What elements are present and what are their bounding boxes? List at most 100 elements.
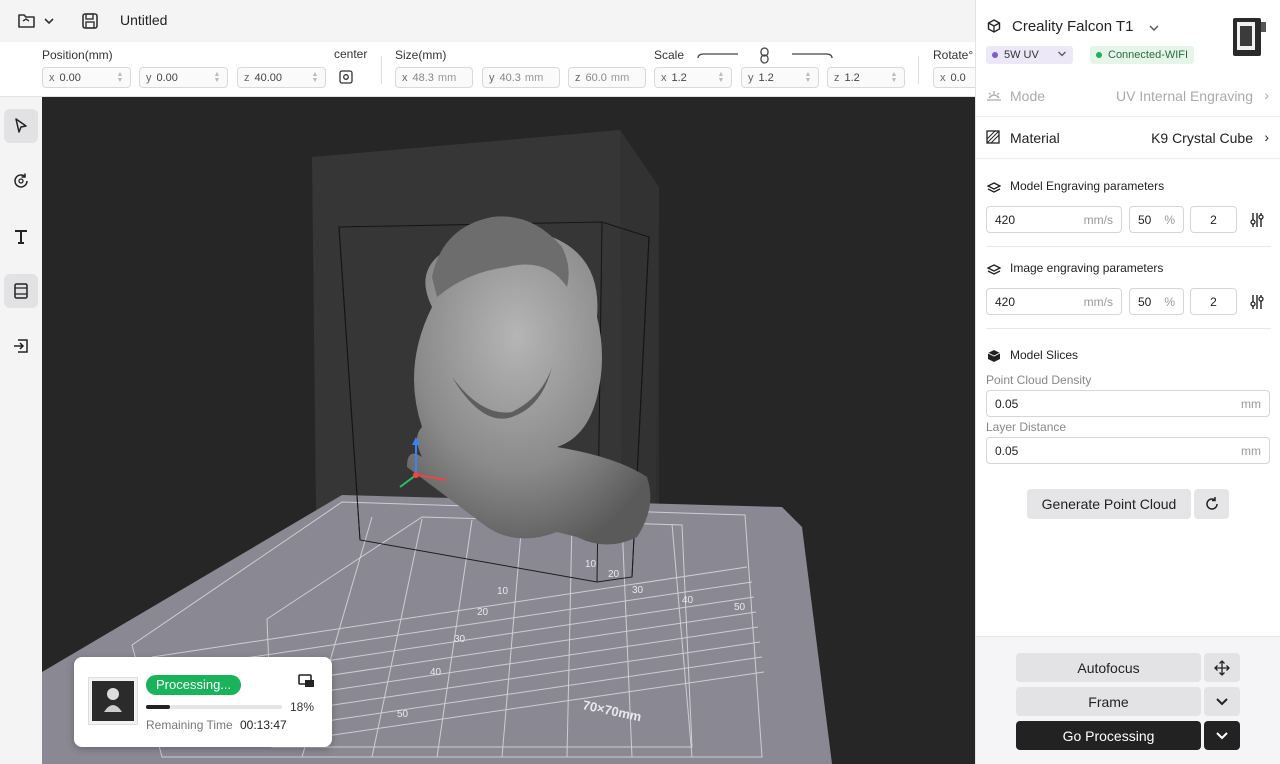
chevron-right-icon: › bbox=[1264, 87, 1269, 103]
model-engraving-title: Model Engraving parameters bbox=[1010, 179, 1165, 193]
scale-z-value: 1.2 bbox=[844, 71, 860, 84]
grid-label: 30 bbox=[454, 634, 466, 645]
uv-mode-icon bbox=[986, 88, 1002, 107]
layers-icon bbox=[986, 181, 1002, 199]
go-processing-button[interactable]: Go Processing bbox=[1016, 721, 1201, 750]
mode-row[interactable]: Mode UV Internal Engraving › bbox=[976, 75, 1280, 117]
text-tool-button[interactable] bbox=[4, 219, 38, 253]
right-panel: Creality Falcon T1 5W UV Connected-WIFI … bbox=[975, 0, 1280, 764]
image-speed-input[interactable]: 420 mm/s bbox=[986, 288, 1122, 315]
size-y-field[interactable]: y 40.3 mm bbox=[482, 67, 560, 88]
rotate-icon bbox=[14, 173, 28, 188]
connection-status-chip: Connected-WIFI bbox=[1090, 46, 1195, 64]
transform-bar: Position(mm) x 0.00 ▲ ▼ y 0.00 ▲ ▼ z 40.00… bbox=[0, 42, 975, 97]
adjust-sliders-icon[interactable] bbox=[1250, 212, 1264, 233]
grid-label: 10 bbox=[497, 586, 509, 597]
chevron-down-icon[interactable] bbox=[40, 8, 58, 34]
scale-y-field[interactable]: y 1.2 ▲ ▼ bbox=[741, 67, 819, 88]
size-label: Size(mm) bbox=[395, 48, 447, 62]
material-icon bbox=[14, 283, 28, 299]
stepper-icon[interactable]: ▲ ▼ bbox=[116, 71, 124, 84]
model-passes-input[interactable]: 2 bbox=[1190, 206, 1237, 233]
frame-options-button[interactable] bbox=[1204, 687, 1240, 716]
laser-module-chip[interactable]: 5W UV bbox=[986, 46, 1073, 64]
device-name[interactable]: Creality Falcon T1 bbox=[1012, 18, 1133, 35]
stepper-icon[interactable]: ▲ ▼ bbox=[311, 71, 319, 84]
layers-icon bbox=[986, 263, 1002, 281]
adjust-sliders-icon[interactable] bbox=[1250, 294, 1264, 315]
divider bbox=[986, 328, 1271, 329]
remaining-time-label: Remaining Time bbox=[146, 718, 233, 732]
layer-distance-input[interactable]: 0.05 mm bbox=[986, 437, 1270, 464]
grid-label: 10 bbox=[585, 559, 597, 570]
image-passes-input[interactable]: 2 bbox=[1190, 288, 1237, 315]
grid-label: 40 bbox=[682, 595, 694, 606]
job-thumbnail bbox=[88, 677, 138, 725]
select-tool-button[interactable] bbox=[4, 109, 38, 143]
scale-label: Scale bbox=[654, 48, 685, 62]
divider bbox=[918, 56, 919, 84]
position-x-field[interactable]: x 0.00 ▲ ▼ bbox=[42, 67, 131, 88]
model-slices-title: Model Slices bbox=[1010, 348, 1079, 362]
frame-button[interactable]: Frame bbox=[1016, 687, 1201, 716]
regenerate-button[interactable] bbox=[1194, 489, 1229, 519]
generate-point-cloud-button[interactable]: Generate Point Cloud bbox=[1027, 489, 1191, 519]
rotate-tool-button[interactable] bbox=[4, 164, 38, 198]
model-speed-input[interactable]: 420 mm/s bbox=[986, 206, 1122, 233]
move-button[interactable] bbox=[1204, 653, 1240, 682]
expand-window-icon[interactable] bbox=[298, 673, 316, 694]
scale-z-field[interactable]: z 1.2 ▲ ▼ bbox=[827, 67, 905, 88]
chevron-down-icon bbox=[1057, 49, 1067, 61]
slices-cube-icon bbox=[987, 349, 1001, 368]
select-icon bbox=[15, 118, 27, 133]
rotate-x-field[interactable]: x 0.0 bbox=[933, 67, 975, 88]
model-power-input[interactable]: 50 % bbox=[1129, 206, 1184, 233]
center-icon[interactable] bbox=[339, 70, 353, 84]
autofocus-button[interactable]: Autofocus bbox=[1016, 653, 1201, 682]
size-x-field[interactable]: x 48.3 mm bbox=[395, 67, 473, 88]
size-y-value: 40.3 bbox=[499, 71, 521, 84]
status-dot bbox=[1096, 52, 1102, 58]
chevron-down-icon bbox=[1216, 697, 1228, 705]
position-y-field[interactable]: y 0.00 ▲ ▼ bbox=[139, 67, 228, 88]
position-x-value: 0.00 bbox=[59, 71, 81, 84]
center-label: center bbox=[334, 47, 368, 61]
grid-label: 30 bbox=[632, 585, 644, 596]
folder-open-icon[interactable] bbox=[14, 8, 40, 34]
exit-icon bbox=[14, 339, 28, 353]
remaining-time-value: 00:13:47 bbox=[240, 718, 287, 732]
exit-tool-button[interactable] bbox=[4, 329, 38, 363]
size-x-value: 48.3 bbox=[412, 71, 434, 84]
point-cloud-density-input[interactable]: 0.05 mm bbox=[986, 390, 1270, 417]
left-toolbar bbox=[0, 97, 42, 764]
layer-distance-label: Layer Distance bbox=[986, 420, 1067, 434]
processing-status-badge: Processing... bbox=[146, 675, 242, 695]
mode-value: UV Internal Engraving bbox=[1116, 88, 1253, 104]
image-power-input[interactable]: 50 % bbox=[1129, 288, 1184, 315]
scale-x-field[interactable]: x 1.2 ▲ ▼ bbox=[654, 67, 732, 88]
save-icon[interactable] bbox=[78, 8, 102, 34]
chevron-down-icon[interactable] bbox=[1148, 20, 1160, 38]
scale-x-value: 1.2 bbox=[671, 71, 687, 84]
size-z-field[interactable]: z 60.0 mm bbox=[568, 67, 646, 88]
stepper-icon[interactable]: ▲ ▼ bbox=[890, 71, 898, 84]
grid-label: 50 bbox=[734, 602, 746, 613]
position-z-field[interactable]: z 40.00 ▲ ▼ bbox=[237, 67, 326, 88]
processing-options-button[interactable] bbox=[1204, 721, 1240, 750]
chevron-right-icon: › bbox=[1264, 129, 1269, 145]
material-row[interactable]: Material K9 Crystal Cube › bbox=[976, 117, 1280, 159]
rotate-x-value: 0.0 bbox=[950, 71, 966, 84]
position-y-value: 0.00 bbox=[156, 71, 178, 84]
material-tool-button[interactable] bbox=[4, 274, 38, 308]
point-cloud-density-label: Point Cloud Density bbox=[986, 373, 1092, 387]
stepper-icon[interactable]: ▲ ▼ bbox=[804, 71, 812, 84]
scale-lock-link-icon[interactable] bbox=[696, 46, 836, 66]
device-cube-icon bbox=[987, 19, 1001, 38]
position-z-value: 40.00 bbox=[254, 71, 283, 84]
material-icon bbox=[986, 130, 1000, 149]
stepper-icon[interactable]: ▲ ▼ bbox=[717, 71, 725, 84]
progress-bar-fill bbox=[146, 705, 171, 709]
stepper-icon[interactable]: ▲ ▼ bbox=[213, 71, 221, 84]
material-label: Material bbox=[1010, 130, 1060, 146]
size-z-value: 60.0 bbox=[585, 71, 607, 84]
